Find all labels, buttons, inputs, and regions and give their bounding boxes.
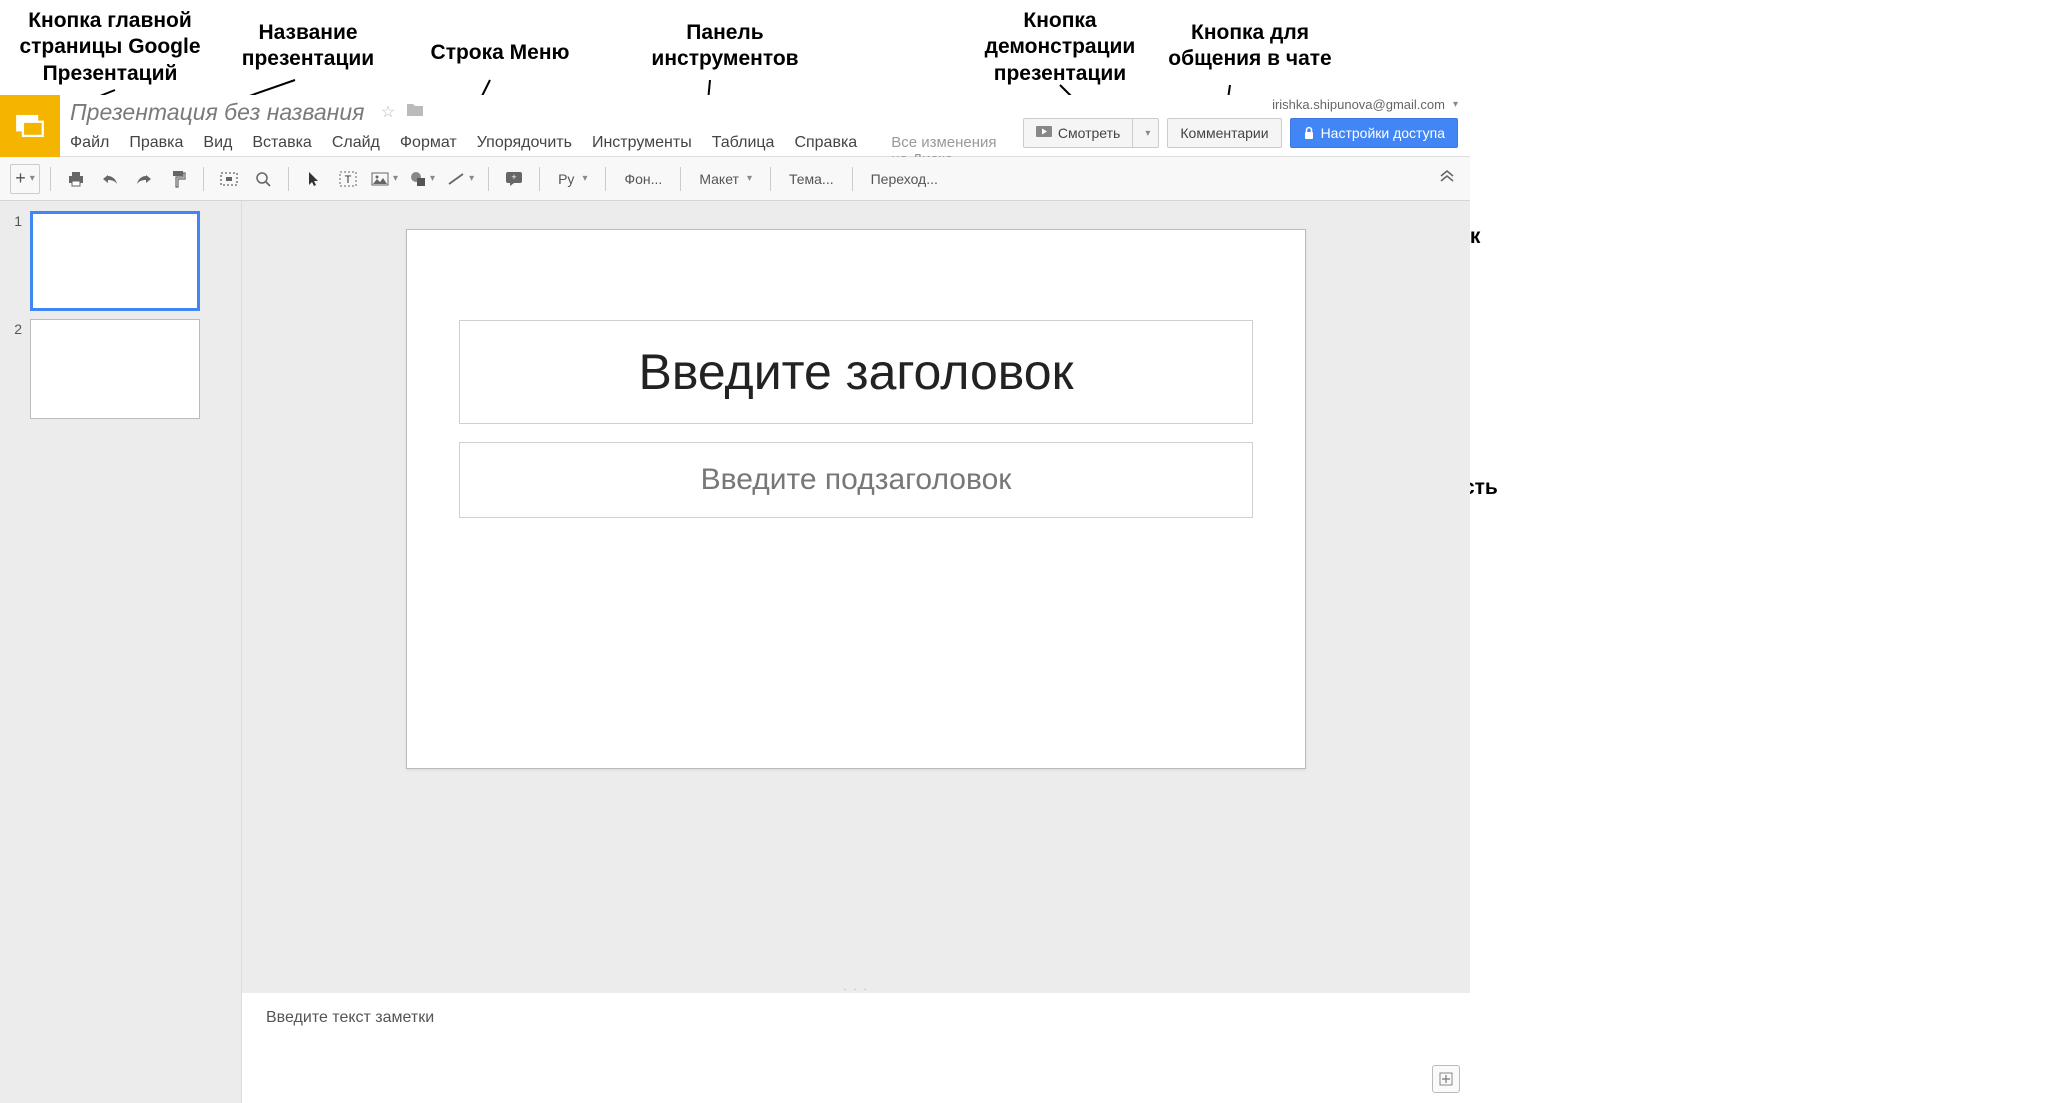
chevron-down-icon: ▾: [1453, 99, 1458, 110]
slide-index-label: 1: [8, 211, 30, 229]
notes-placeholder-text: Введите текст заметки: [266, 1009, 434, 1026]
comment-add-button[interactable]: +: [499, 164, 529, 194]
magnifier-icon: [255, 171, 271, 187]
input-tools-button[interactable]: Ру▾: [550, 164, 595, 194]
line-icon: [447, 172, 465, 186]
menu-help[interactable]: Справка: [794, 134, 857, 152]
zoom-fit-button[interactable]: [214, 164, 244, 194]
slide-index-label: 2: [8, 319, 30, 337]
chevron-double-up-icon: [1438, 169, 1456, 183]
slide-thumbnail[interactable]: 2: [0, 315, 241, 423]
undo-icon: [101, 172, 119, 186]
cursor-icon: [307, 171, 321, 187]
line-button[interactable]: ▾: [443, 164, 478, 194]
new-slide-button[interactable]: +▾: [10, 164, 40, 194]
header: Презентация без названия ☆ Файл Правка В…: [0, 95, 1470, 157]
menu-tools[interactable]: Инструменты: [592, 134, 692, 152]
share-button[interactable]: Настройки доступа: [1290, 118, 1458, 148]
slide-thumb[interactable]: [30, 319, 200, 419]
menu-slide[interactable]: Слайд: [332, 134, 380, 152]
slide-filmstrip[interactable]: 1 2: [0, 201, 242, 1103]
slide-canvas[interactable]: Введите заголовок Введите подзаголовок: [406, 229, 1306, 769]
explore-button[interactable]: [1432, 1065, 1460, 1093]
paint-roller-icon: [170, 170, 186, 188]
collapse-toolbar-button[interactable]: [1438, 169, 1456, 188]
print-icon: [67, 171, 85, 187]
folder-icon[interactable]: [405, 102, 425, 123]
comment-icon: +: [505, 171, 523, 187]
menu-edit[interactable]: Правка: [129, 134, 183, 152]
anno-title: Название презентации: [218, 20, 398, 73]
anno-present: Кнопка демонстрации презентации: [960, 8, 1160, 87]
chevron-down-icon: ▾: [1145, 128, 1150, 139]
star-icon[interactable]: ☆: [381, 102, 395, 123]
account-email-label: irishka.shipunova@gmail.com: [1272, 97, 1445, 112]
textbox-button[interactable]: T: [333, 164, 363, 194]
shape-icon: [410, 171, 426, 187]
shape-button[interactable]: ▾: [406, 164, 439, 194]
theme-button[interactable]: Тема...: [781, 164, 842, 194]
menu-insert[interactable]: Вставка: [252, 134, 311, 152]
subtitle-placeholder[interactable]: Введите подзаголовок: [459, 442, 1253, 518]
background-button[interactable]: Фон...: [616, 164, 670, 194]
menu-arrange[interactable]: Упорядочить: [477, 134, 572, 152]
present-button-group: Смотреть ▾: [1023, 118, 1159, 148]
title-placeholder[interactable]: Введите заголовок: [459, 320, 1253, 424]
play-icon: [1036, 126, 1052, 140]
transition-button[interactable]: Переход...: [863, 164, 946, 194]
slides-home-button[interactable]: [0, 95, 60, 157]
slides-logo-icon: [13, 109, 47, 143]
toolbar: +▾ T ▾ ▾ ▾ + Ру▾ Фон... Макет▾ Тема... П…: [0, 157, 1470, 201]
notes-resize-handle[interactable]: · · ·: [242, 985, 1470, 993]
anno-menu: Строка Меню: [420, 40, 580, 66]
redo-icon: [135, 172, 153, 186]
presentation-title[interactable]: Презентация без названия: [70, 99, 364, 126]
comments-button-label: Комментарии: [1180, 125, 1268, 141]
anno-chat: Кнопка для общения в чате: [1155, 20, 1345, 73]
menu-view[interactable]: Вид: [203, 134, 232, 152]
menu-table[interactable]: Таблица: [712, 134, 775, 152]
textbox-icon: T: [339, 171, 357, 187]
slide-thumbnail[interactable]: 1: [0, 207, 241, 315]
input-tools-label: Ру: [558, 171, 574, 187]
svg-text:T: T: [345, 174, 352, 186]
comments-button[interactable]: Комментарии: [1167, 118, 1281, 148]
undo-button[interactable]: [95, 164, 125, 194]
svg-text:+: +: [511, 172, 516, 182]
lock-icon: [1303, 126, 1315, 140]
present-button-label: Смотреть: [1058, 125, 1120, 141]
image-button[interactable]: ▾: [367, 164, 402, 194]
slide-thumb[interactable]: [30, 211, 200, 311]
present-dropdown-button[interactable]: ▾: [1132, 118, 1159, 148]
anno-toolbar: Панель инструментов: [630, 20, 820, 73]
plus-square-icon: [1439, 1072, 1453, 1086]
zoom-button[interactable]: [248, 164, 278, 194]
share-button-label: Настройки доступа: [1321, 125, 1445, 141]
layout-label: Макет: [699, 171, 739, 187]
speaker-notes-area[interactable]: Введите текст заметки: [242, 993, 1470, 1103]
paint-format-button[interactable]: [163, 164, 193, 194]
anno-home: Кнопка главной страницы Google Презентац…: [5, 8, 215, 87]
print-button[interactable]: [61, 164, 91, 194]
present-button[interactable]: Смотреть: [1023, 118, 1132, 148]
fit-icon: [220, 172, 238, 186]
layout-button[interactable]: Макет▾: [691, 164, 760, 194]
image-icon: [371, 172, 389, 186]
select-tool-button[interactable]: [299, 164, 329, 194]
menu-format[interactable]: Формат: [400, 134, 457, 152]
menu-file[interactable]: Файл: [70, 134, 109, 152]
redo-button[interactable]: [129, 164, 159, 194]
account-dropdown[interactable]: irishka.shipunova@gmail.com ▾: [1272, 97, 1458, 112]
